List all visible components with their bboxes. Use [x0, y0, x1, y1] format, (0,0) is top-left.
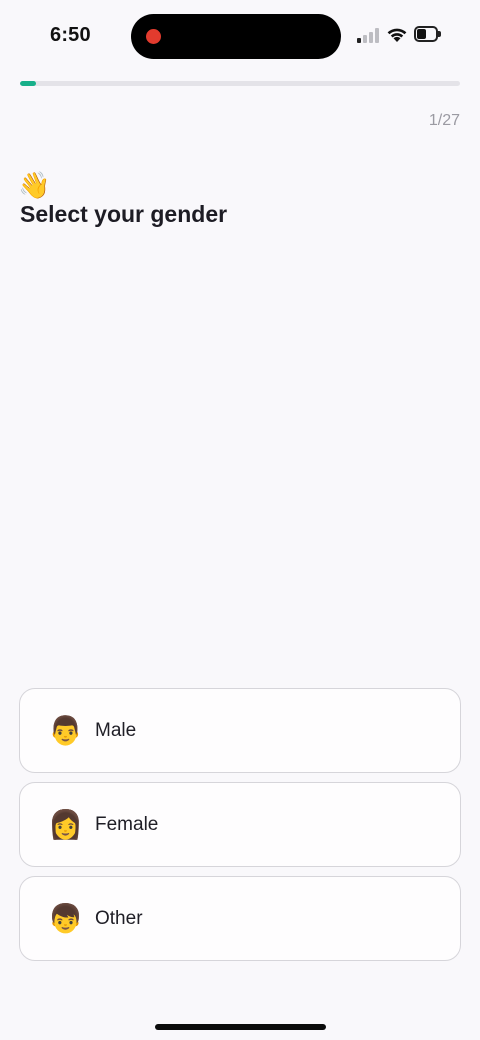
onboarding-progress-bar — [20, 81, 460, 86]
wifi-icon — [387, 28, 407, 42]
page-title: Select your gender — [20, 201, 228, 227]
option-label: Other — [95, 908, 143, 929]
person-face-icon: 👦 — [48, 903, 83, 934]
battery-icon — [414, 26, 441, 42]
cellular-signal-icon — [357, 28, 379, 43]
woman-face-icon: 👩 — [48, 809, 83, 840]
onboarding-screen: 6:50 1/27 👋 Select your gender 👨 Male 👩 … — [0, 0, 480, 1040]
gender-options-list: 👨 Male 👩 Female 👦 Other — [19, 688, 461, 970]
status-time: 6:50 — [50, 24, 91, 46]
option-male-button[interactable]: 👨 Male — [19, 688, 461, 773]
man-face-icon: 👨 — [48, 715, 83, 746]
option-label: Male — [95, 720, 137, 741]
progress-fill — [20, 81, 37, 86]
option-female-button[interactable]: 👩 Female — [19, 782, 461, 867]
dynamic-island — [131, 14, 341, 59]
option-other-button[interactable]: 👦 Other — [19, 876, 461, 961]
step-counter: 1/27 — [428, 112, 460, 129]
recording-indicator-icon — [146, 29, 161, 44]
option-label: Female — [95, 814, 159, 835]
home-indicator[interactable] — [155, 1024, 326, 1030]
waving-hand-icon: 👋 — [18, 170, 51, 200]
status-bar: 6:50 — [0, 0, 480, 72]
